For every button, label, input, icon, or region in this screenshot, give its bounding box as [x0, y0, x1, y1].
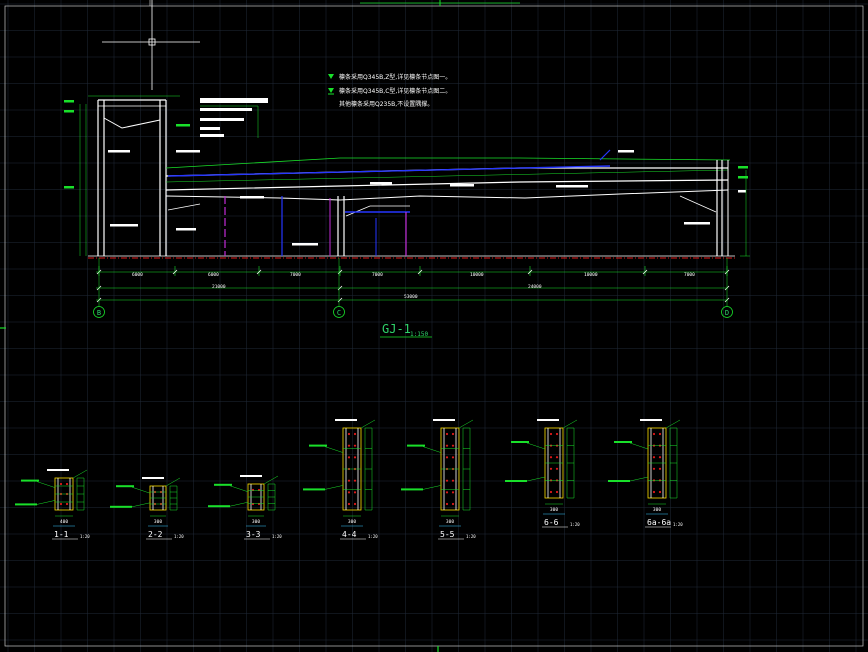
section-scale-6-6: 1:20: [570, 522, 580, 527]
dim-bay-7: 7000: [684, 272, 695, 278]
section-details: 400 1-1 1:20 300 2-2 1:20 300 3-3 1:20 300 4-4 1:20…: [15, 419, 683, 540]
axis-label-d: D: [725, 309, 729, 317]
drawing-title-text: GJ-1: [382, 322, 411, 336]
section-label-1-1: 1-1: [54, 530, 69, 539]
section-scale-3-3: 1:20: [272, 534, 282, 539]
section-label-6a-6a: 6a-6a: [647, 518, 671, 527]
section-width-6-6: 300: [550, 507, 558, 513]
drawing-title: GJ-1 1:150: [380, 322, 432, 338]
section-2-2[interactable]: 300 2-2 1:20: [110, 477, 184, 540]
viewport-frame: [4, 5, 864, 647]
section-width-4-4: 300: [348, 519, 356, 525]
section-width-2-2: 300: [154, 519, 162, 525]
dimension-chain: 6000 6000 7000 7000 10000 10000 7000 210…: [96, 266, 730, 303]
dim-subtotal-1: 21000: [212, 284, 226, 290]
axis-label-b: B: [97, 309, 101, 317]
dim-bay-1: 6000: [132, 272, 143, 278]
background-grid: [0, 0, 868, 652]
section-3-3[interactable]: 300 3-3 1:20: [208, 475, 282, 540]
dim-total: 53000: [404, 294, 418, 300]
section-label-2-2: 2-2: [148, 530, 163, 539]
section-5-5[interactable]: 300 5-5 1:20: [401, 419, 476, 540]
section-scale-1-1: 1:20: [80, 534, 90, 539]
section-1-1[interactable]: 400 1-1 1:20: [15, 469, 90, 540]
note-1: 檩条采用Q345B,Z型,详见檩条节点图一。: [339, 73, 451, 81]
section-label-3-3: 3-3: [246, 530, 261, 539]
note-marker-icon: [328, 74, 334, 79]
dim-bay-3: 7000: [290, 272, 301, 278]
note-marker-icon: [328, 88, 334, 93]
section-width-5-5: 300: [446, 519, 454, 525]
section-width-3-3: 300: [252, 519, 260, 525]
dim-bay-4: 7000: [372, 272, 383, 278]
crosshair-cursor-icon[interactable]: [102, 0, 200, 90]
section-label-4-4: 4-4: [342, 530, 357, 539]
section-scale-6a-6a: 1:20: [673, 522, 683, 527]
axis-label-c: C: [337, 309, 341, 317]
section-scale-2-2: 1:20: [174, 534, 184, 539]
cad-drawing-canvas[interactable]: 檩条采用Q345B,Z型,详见檩条节点图一。 檩条采用Q345B,C型,详见檩条…: [0, 0, 868, 652]
dim-bay-6: 10000: [584, 272, 598, 278]
section-label-5-5: 5-5: [440, 530, 455, 539]
section-6a-6a[interactable]: 300 6a-6a 1:20: [608, 419, 683, 528]
section-label-6-6: 6-6: [544, 518, 559, 527]
dim-bay-5: 10000: [470, 272, 484, 278]
general-notes: 檩条采用Q345B,Z型,详见檩条节点图一。 檩条采用Q345B,C型,详见檩条…: [328, 73, 451, 108]
note-3: 其他檩条采用Q235B,不设置隅撑。: [339, 100, 433, 108]
section-4-4[interactable]: 300 4-4 1:20: [303, 419, 378, 540]
section-scale-4-4: 1:20: [368, 534, 378, 539]
dim-subtotal-2: 24000: [528, 284, 542, 290]
section-width-1-1: 400: [60, 519, 68, 525]
legend-block: [200, 98, 268, 138]
section-6-6[interactable]: 300 6-6 1:20: [505, 419, 580, 528]
section-width-6a-6a: 300: [653, 507, 661, 513]
section-scale-5-5: 1:20: [466, 534, 476, 539]
note-2: 檩条采用Q345B,C型,详见檩条节点图二。: [339, 87, 451, 95]
dim-bay-2: 6000: [208, 272, 219, 278]
